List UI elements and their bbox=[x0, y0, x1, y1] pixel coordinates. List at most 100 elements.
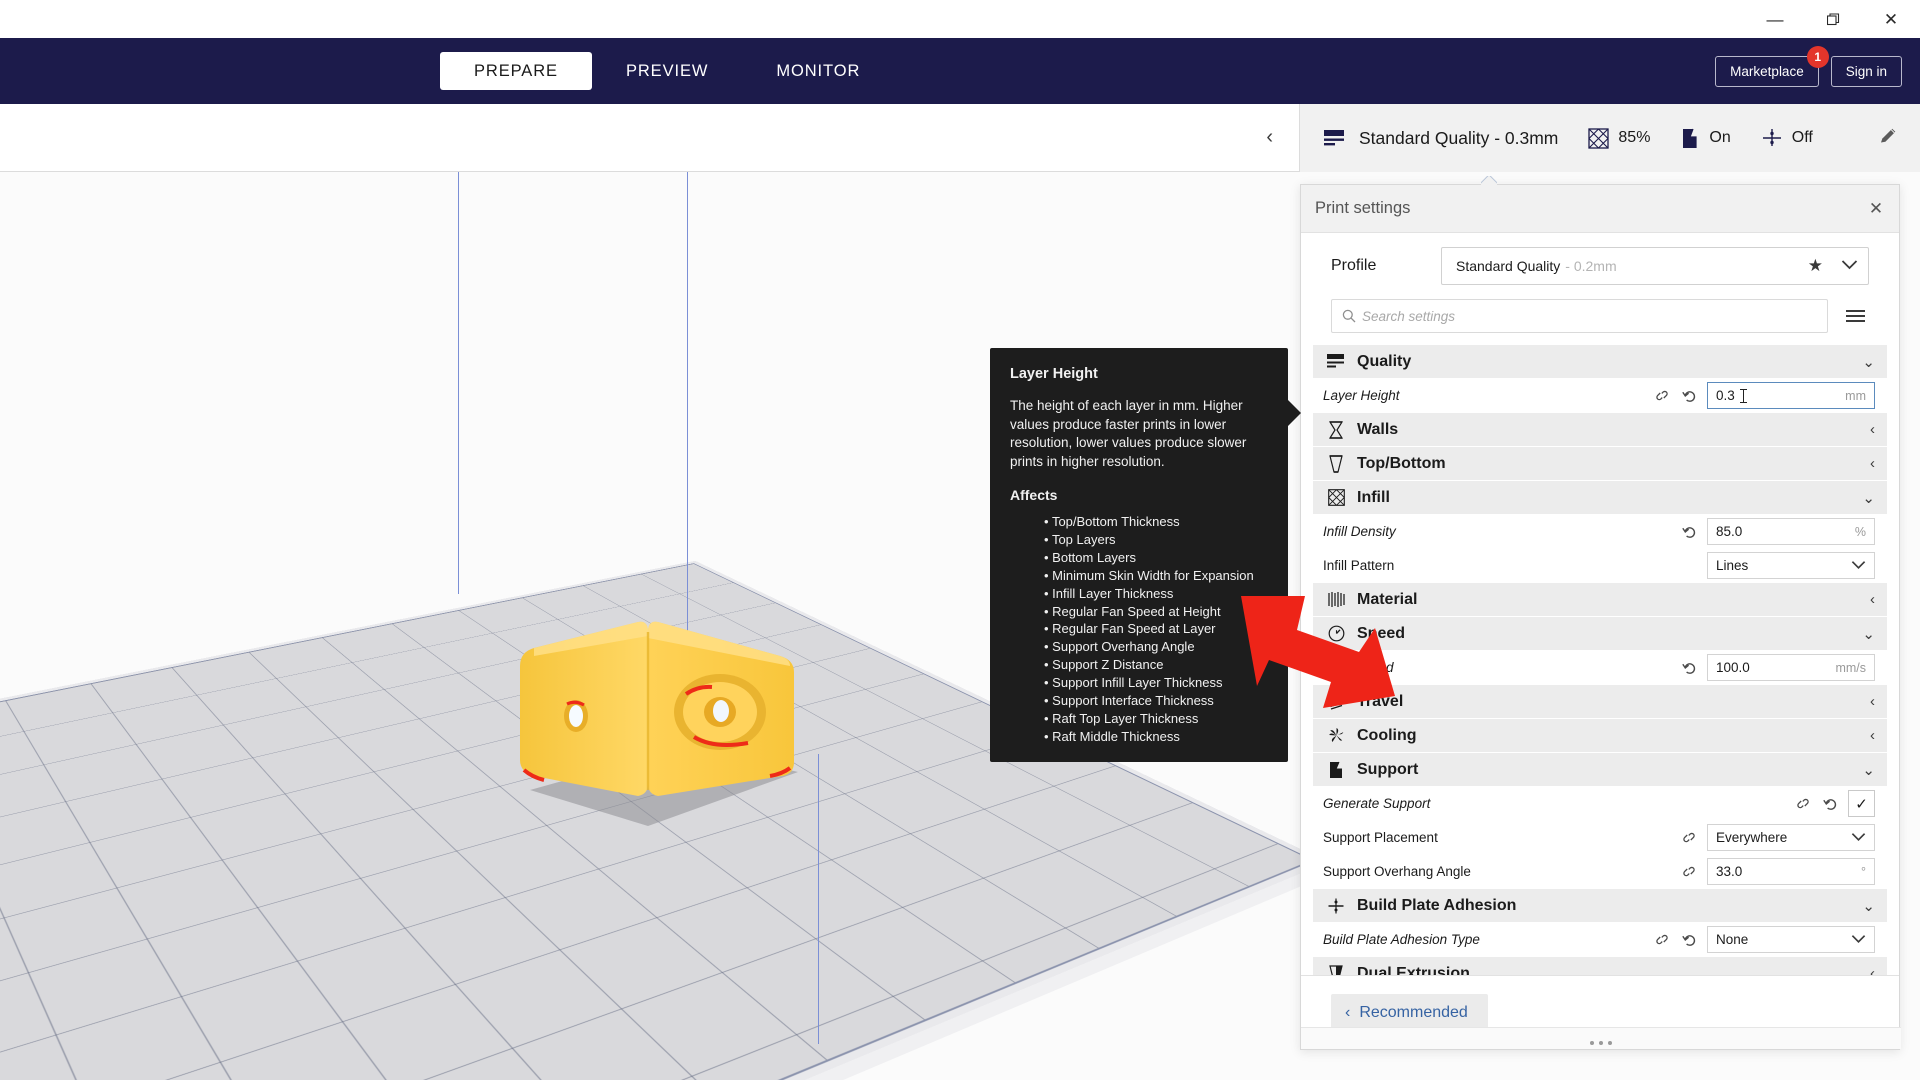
panel-close-button[interactable]: ✕ bbox=[1853, 185, 1899, 232]
setting-row-layer-height[interactable]: Layer Height0.3mm bbox=[1313, 379, 1887, 412]
setting-row-icons bbox=[1681, 865, 1707, 878]
settings-category-top-bottom[interactable]: Top/Bottom‹ bbox=[1313, 447, 1887, 480]
print-setup-selector-bar[interactable]: Standard Quality - 0.3mm 85% On Off bbox=[1299, 104, 1920, 172]
travel-icon bbox=[1323, 693, 1349, 710]
support-overhang-angle-value: 33.0 bbox=[1716, 864, 1742, 879]
panel-resize-bar[interactable] bbox=[1301, 1027, 1901, 1049]
chevron-down-icon[interactable] bbox=[1841, 257, 1858, 275]
tab-preview[interactable]: PREVIEW bbox=[592, 52, 742, 90]
settings-category-build-plate-adhesion[interactable]: Build Plate Adhesion⌄ bbox=[1313, 889, 1887, 922]
viewport-top-strip: ‹ bbox=[0, 104, 1299, 172]
tooltip-affects-item: Top Layers bbox=[1044, 531, 1268, 549]
linked-setting-icon[interactable] bbox=[1681, 831, 1697, 844]
marketplace-notification-badge: 1 bbox=[1807, 46, 1829, 68]
settings-visibility-menu-button[interactable] bbox=[1842, 306, 1869, 326]
chevron-down-icon[interactable]: ⌄ bbox=[1862, 761, 1875, 779]
chevron-down-icon[interactable]: ⌄ bbox=[1862, 625, 1875, 643]
chevron-left-icon[interactable]: ‹ bbox=[1870, 421, 1875, 438]
recommended-mode-button[interactable]: ‹ Recommended bbox=[1331, 994, 1488, 1032]
support-placement-dropdown[interactable]: Everywhere bbox=[1707, 824, 1875, 851]
edit-profile-button[interactable] bbox=[1879, 126, 1906, 150]
chevron-down-icon[interactable] bbox=[1851, 557, 1866, 575]
chevron-left-icon[interactable]: ‹ bbox=[1870, 727, 1875, 744]
revert-setting-icon[interactable] bbox=[1823, 797, 1838, 811]
layer-height-input[interactable]: 0.3mm bbox=[1707, 382, 1875, 409]
tooltip-affects-item: Support Interface Thickness bbox=[1044, 692, 1268, 710]
tooltip-affects-list: Top/Bottom ThicknessTop LayersBottom Lay… bbox=[1010, 513, 1268, 746]
profile-label: Profile bbox=[1331, 257, 1441, 275]
linked-setting-icon[interactable] bbox=[1654, 389, 1670, 402]
category-label: Travel bbox=[1357, 693, 1403, 711]
infill-density-value: 85.0 bbox=[1716, 524, 1742, 539]
chevron-left-icon[interactable]: ‹ bbox=[1870, 591, 1875, 608]
window-close-button[interactable]: ✕ bbox=[1862, 0, 1920, 38]
tooltip-affects-item: Top/Bottom Thickness bbox=[1044, 513, 1268, 531]
setting-row-support-overhang-angle[interactable]: Support Overhang Angle33.0° bbox=[1313, 855, 1887, 888]
revert-setting-icon[interactable] bbox=[1682, 933, 1697, 947]
settings-category-material[interactable]: Material‹ bbox=[1313, 583, 1887, 616]
model-object-bracket[interactable] bbox=[498, 594, 828, 834]
settings-category-walls[interactable]: Walls ‹ bbox=[1313, 413, 1887, 446]
setting-row-generate-support[interactable]: Generate Support✓ bbox=[1313, 787, 1887, 820]
favorite-star-icon[interactable]: ★ bbox=[1808, 256, 1823, 276]
support-overhang-angle-input[interactable]: 33.0° bbox=[1707, 858, 1875, 885]
panel-resize-grip[interactable] bbox=[1301, 1041, 1901, 1045]
print-speed-input[interactable]: 100.0mm/s bbox=[1707, 654, 1875, 681]
linked-setting-icon[interactable] bbox=[1654, 933, 1670, 946]
search-input[interactable] bbox=[1362, 309, 1817, 324]
window-titlebar: — ✕ bbox=[0, 0, 1920, 38]
tab-monitor[interactable]: MONITOR bbox=[742, 52, 894, 90]
tooltip-affects-item: Infill Layer Thickness bbox=[1044, 585, 1268, 603]
category-label: Quality bbox=[1357, 353, 1411, 371]
speed-icon bbox=[1323, 625, 1349, 642]
linked-setting-icon[interactable] bbox=[1681, 865, 1697, 878]
tab-prepare[interactable]: PREPARE bbox=[440, 52, 592, 90]
setting-row-print-speed[interactable]: Print Speed100.0mm/s bbox=[1313, 651, 1887, 684]
main-navigation-bar: PREPARE PREVIEW MONITOR Marketplace 1 Si… bbox=[0, 38, 1920, 104]
settings-category-cooling[interactable]: Cooling‹ bbox=[1313, 719, 1887, 752]
infill-pattern-dropdown[interactable]: Lines bbox=[1707, 552, 1875, 579]
chevron-down-icon[interactable]: ⌄ bbox=[1862, 897, 1875, 915]
setting-row-infill-density[interactable]: Infill Density 85.0% bbox=[1313, 515, 1887, 548]
chevron-down-icon[interactable]: ⌄ bbox=[1862, 489, 1875, 507]
chevron-left-icon[interactable]: ‹ bbox=[1870, 455, 1875, 472]
profile-dropdown[interactable]: Standard Quality - 0.2mm ★ bbox=[1441, 247, 1869, 285]
setting-row-support-placement[interactable]: Support PlacementEverywhere bbox=[1313, 821, 1887, 854]
chevron-down-icon[interactable] bbox=[1851, 829, 1866, 847]
window-maximize-button[interactable] bbox=[1804, 0, 1862, 38]
quality-profile-name: Standard Quality - 0.3mm bbox=[1359, 128, 1558, 149]
tab-prepare-label: PREPARE bbox=[474, 62, 558, 81]
settings-category-support[interactable]: Support⌄ bbox=[1313, 753, 1887, 786]
category-label: Walls bbox=[1357, 421, 1398, 439]
generate-support-checkbox[interactable]: ✓ bbox=[1848, 790, 1875, 817]
support-icon bbox=[1680, 128, 1700, 149]
infill-density-input[interactable]: 85.0% bbox=[1707, 518, 1875, 545]
marketplace-button[interactable]: Marketplace 1 bbox=[1715, 56, 1819, 87]
close-icon: ✕ bbox=[1869, 199, 1883, 219]
setting-label: Infill Pattern bbox=[1323, 558, 1394, 573]
chevron-left-icon[interactable]: ‹ bbox=[1870, 693, 1875, 710]
settings-category-quality[interactable]: Quality ⌄ bbox=[1313, 345, 1887, 378]
setting-row-build-plate-adhesion-type[interactable]: Build Plate Adhesion TypeNone bbox=[1313, 923, 1887, 956]
settings-category-travel[interactable]: Travel ‹ bbox=[1313, 685, 1887, 718]
revert-setting-icon[interactable] bbox=[1682, 661, 1697, 675]
search-settings-box[interactable] bbox=[1331, 299, 1828, 333]
window-minimize-button[interactable]: — bbox=[1746, 0, 1804, 38]
revert-setting-icon[interactable] bbox=[1682, 525, 1697, 539]
setting-label: Infill Density bbox=[1323, 524, 1396, 539]
revert-setting-icon[interactable] bbox=[1682, 389, 1697, 403]
panel-collapse-button[interactable]: ‹ bbox=[1256, 122, 1283, 153]
linked-setting-icon[interactable] bbox=[1795, 797, 1811, 810]
settings-category-speed[interactable]: Speed⌄ bbox=[1313, 617, 1887, 650]
setting-row-infill-pattern[interactable]: Infill Pattern Lines bbox=[1313, 549, 1887, 582]
chevron-left-icon[interactable]: ‹ bbox=[1870, 965, 1875, 975]
chevron-down-icon[interactable]: ⌄ bbox=[1862, 353, 1875, 371]
panel-pointer-nub bbox=[1481, 176, 1497, 185]
settings-category-dual-extrusion[interactable]: Dual Extrusion‹ bbox=[1313, 957, 1887, 975]
settings-category-infill[interactable]: Infill⌄ bbox=[1313, 481, 1887, 514]
settings-list[interactable]: Quality⌄Layer Height0.3mmWalls‹Top/Botto… bbox=[1301, 341, 1899, 975]
maximize-icon bbox=[1827, 13, 1840, 26]
build-plate-adhesion-type-dropdown[interactable]: None bbox=[1707, 926, 1875, 953]
chevron-down-icon[interactable] bbox=[1851, 931, 1866, 949]
sign-in-button[interactable]: Sign in bbox=[1831, 56, 1902, 87]
